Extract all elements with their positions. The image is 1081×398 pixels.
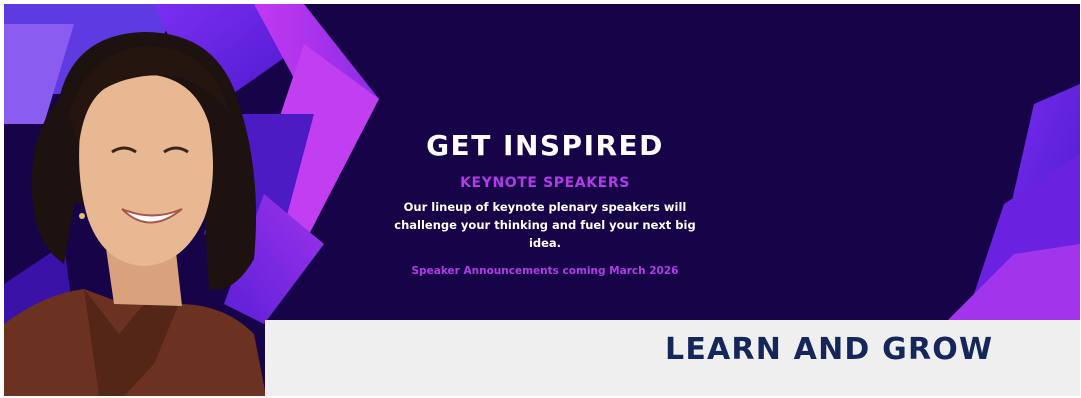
hero-title: GET INSPIRED <box>426 129 664 162</box>
section-header-panel: LEARN AND GROW <box>265 320 1080 396</box>
announcement-text: Speaker Announcements coming March 2026 <box>411 265 679 277</box>
hero-text-block: GET INSPIRED KEYNOTE SPEAKERS Our lineup… <box>372 128 718 278</box>
speaker-photo <box>4 32 266 396</box>
section-heading: LEARN AND GROW <box>665 332 994 367</box>
hero-subtitle: KEYNOTE SPEAKERS <box>460 175 630 191</box>
hero-description: Our lineup of keynote plenary speakers w… <box>394 200 696 250</box>
